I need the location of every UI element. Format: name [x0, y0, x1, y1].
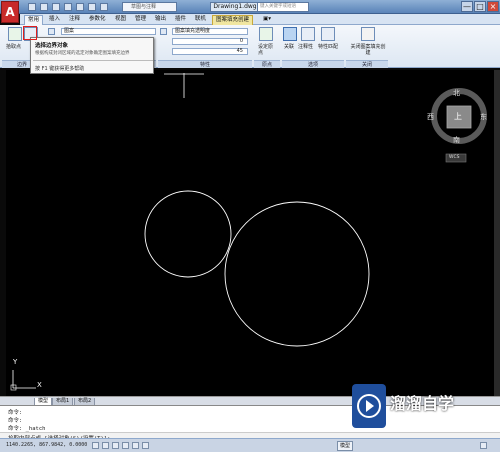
- drawing-svg: [10, 73, 487, 391]
- pick-points-icon[interactable]: [8, 27, 22, 41]
- maximize-button[interactable]: □: [474, 1, 486, 12]
- save-as-icon[interactable]: [64, 3, 72, 11]
- select-objects-highlight: [23, 26, 37, 40]
- close-hatch-icon[interactable]: [361, 27, 375, 41]
- viewcube-top[interactable]: 上: [454, 111, 462, 122]
- viewcube-south[interactable]: 南: [453, 135, 460, 145]
- viewcube-east[interactable]: 东: [480, 112, 487, 122]
- annotative-label: 注释性: [298, 44, 314, 50]
- panel-close[interactable]: 关闭: [346, 60, 388, 68]
- set-origin-icon[interactable]: [259, 27, 273, 41]
- panel-options[interactable]: 选项: [282, 60, 344, 68]
- tab-annotate[interactable]: 注释: [66, 15, 83, 25]
- tab-view[interactable]: 视图: [112, 15, 129, 25]
- panel-properties[interactable]: 特性: [158, 60, 252, 68]
- tooltip-title: 选择边界对象: [35, 43, 69, 49]
- redo-icon[interactable]: [100, 3, 108, 11]
- tab-parametric[interactable]: 参数化: [86, 15, 109, 25]
- large-circle[interactable]: [224, 201, 370, 347]
- grid-toggle[interactable]: [102, 442, 109, 449]
- tab-home[interactable]: 常用: [24, 15, 44, 25]
- watermark: 溜溜自学 ZIXUE.3D66.COM: [352, 384, 472, 428]
- print-icon[interactable]: [76, 3, 84, 11]
- small-circle[interactable]: [144, 190, 232, 278]
- transparency-field[interactable]: 图案填充透明度: [172, 28, 248, 35]
- set-origin-label: 设定原点: [258, 44, 274, 56]
- snap-toggle[interactable]: [92, 442, 99, 449]
- associative-label: 关联: [284, 44, 295, 50]
- open-icon[interactable]: [40, 3, 48, 11]
- settings-icon[interactable]: [480, 442, 487, 449]
- ucs-origin-box: [10, 384, 17, 391]
- tooltip-description: 根据构成封闭区域的选定对象确定图案填充边界: [35, 51, 130, 56]
- ucs-y-label: Y: [13, 358, 18, 366]
- model-space-button[interactable]: 模型: [337, 441, 354, 451]
- tab-plugins[interactable]: 插件: [172, 15, 189, 25]
- pattern-swatch-icon: [48, 28, 55, 35]
- panel-origin[interactable]: 原点: [254, 60, 280, 68]
- save-icon[interactable]: [52, 3, 60, 11]
- watermark-logo-icon: [352, 384, 386, 428]
- vertical-scrollbar[interactable]: [494, 70, 500, 396]
- ortho-toggle[interactable]: [112, 442, 119, 449]
- angle-field[interactable]: 45: [172, 48, 248, 55]
- viewcube-north[interactable]: 北: [453, 88, 460, 98]
- watermark-subtitle: ZIXUE.3D66.COM: [390, 412, 443, 419]
- tab-output[interactable]: 输出: [152, 15, 169, 25]
- annotative-icon[interactable]: [301, 27, 315, 41]
- otrack-toggle[interactable]: [142, 442, 149, 449]
- command-history-line: 命令: _hatch: [8, 426, 46, 432]
- transparency-icon: [160, 28, 167, 35]
- new-icon[interactable]: [28, 3, 36, 11]
- tab-more[interactable]: ▣▾: [260, 15, 274, 25]
- ribbon-tab-bar: 常用 插入 注释 参数化 视图 管理 输出 插件 联机 图案填充创建 ▣▾: [20, 14, 500, 25]
- command-history-line: 命令:: [8, 418, 23, 424]
- tab-manage[interactable]: 管理: [132, 15, 149, 25]
- transparency-value[interactable]: 0: [172, 38, 248, 45]
- app-logo[interactable]: A: [1, 1, 19, 23]
- tab-online[interactable]: 联机: [192, 15, 209, 25]
- associative-icon[interactable]: [283, 27, 297, 41]
- drawing-canvas[interactable]: 北 南 东 西 上 WCS Y X: [6, 70, 494, 396]
- match-properties-icon[interactable]: [321, 27, 335, 41]
- pattern-select[interactable]: 图案: [61, 28, 156, 35]
- tab-hatch-creation[interactable]: 图案填充创建: [212, 15, 254, 25]
- document-title: Drawing1.dwg: [210, 2, 260, 12]
- polar-toggle[interactable]: [122, 442, 129, 449]
- undo-icon[interactable]: [88, 3, 96, 11]
- tooltip-divider: [33, 60, 153, 61]
- workspace-select[interactable]: 草图与注释: [122, 2, 177, 12]
- viewcube-west[interactable]: 西: [427, 112, 434, 122]
- ucs-x-label: X: [37, 381, 42, 389]
- close-button[interactable]: ×: [487, 1, 499, 12]
- search-input[interactable]: 键入关键字或短语: [257, 2, 309, 12]
- match-properties-label: 特性匹配: [318, 44, 339, 50]
- command-history-line: 命令:: [8, 410, 23, 416]
- tab-insert[interactable]: 插入: [46, 15, 63, 25]
- title-bar: 草图与注释 Drawing1.dwg 键入关键字或短语 — □ ×: [0, 0, 500, 14]
- coordinates-readout: 1140.2265, 867.9842, 0.0000: [6, 442, 88, 448]
- tooltip-popup: 选择边界对象 根据构成封闭区域的选定对象确定图案填充边界 按 F1 键获得更多帮…: [30, 37, 154, 74]
- minimize-button[interactable]: —: [461, 1, 473, 12]
- wcs-label: WCS: [449, 155, 460, 160]
- tooltip-help: 按 F1 键获得更多帮助: [35, 66, 85, 72]
- close-hatch-label: 关闭图案填充创建: [350, 44, 386, 56]
- osnap-toggle[interactable]: [132, 442, 139, 449]
- pick-points-label: 拾取点: [6, 44, 22, 50]
- status-bar: 1140.2265, 867.9842, 0.0000 模型: [0, 438, 500, 452]
- watermark-title: 溜溜自学: [390, 394, 455, 413]
